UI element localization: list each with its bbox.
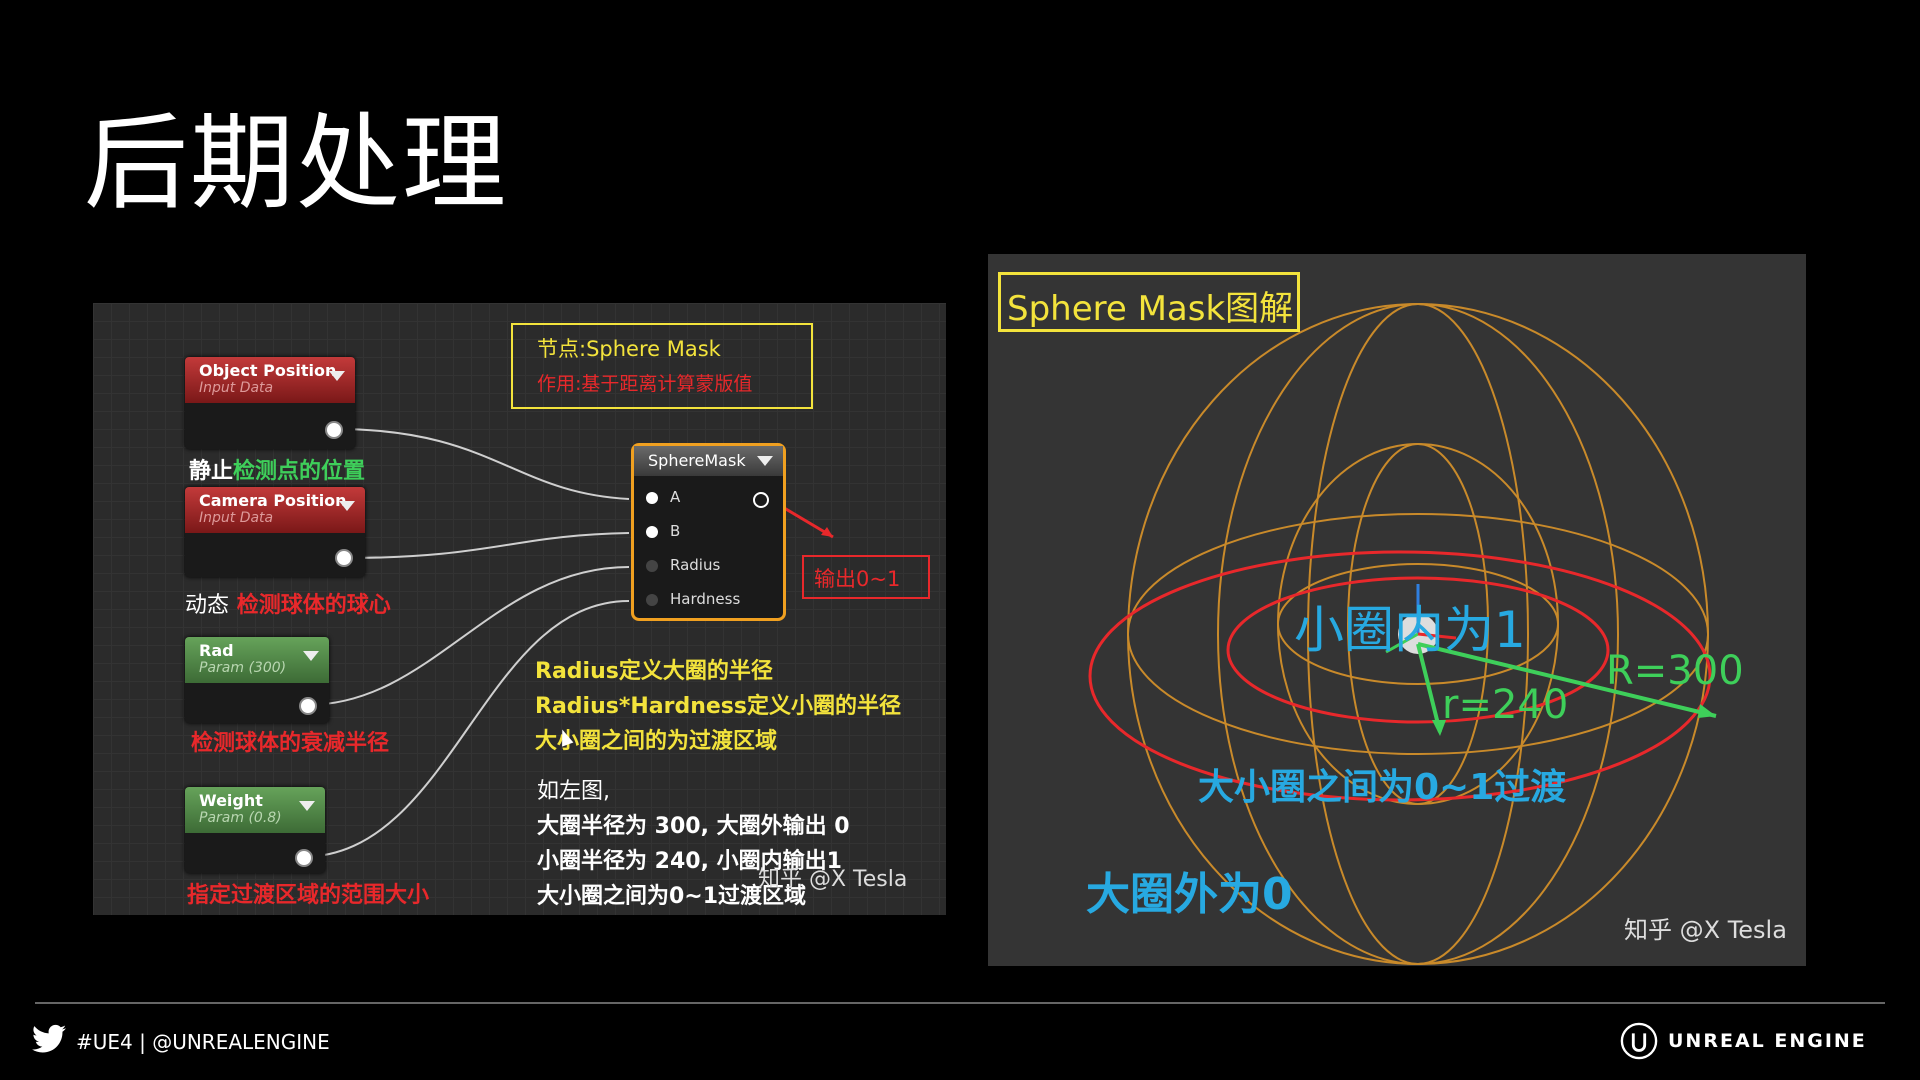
object-position-node[interactable]: Object Position Input Data [185,357,355,449]
rad-param-node[interactable]: Rad Param (300) [185,637,329,723]
node-subtitle: Param (0.8) [199,810,282,826]
output-pin[interactable] [295,849,313,867]
footer-divider [35,1002,1885,1004]
object-position-caption: 静止检测点的位置 [189,453,365,485]
input-pin-icon [646,559,658,572]
node-title: Object Position [199,361,337,380]
rad-caption: 检测球体的衰减半径 [191,731,390,756]
material-graph-panel: Object Position Input Data 静止检测点的位置 Came… [93,303,946,915]
inner-circle-label: 小圈内为1 [1294,601,1526,659]
note-radius: Radius定义大圈的半径 [535,659,773,684]
info-node-purpose: 作用:基于距离计算蒙版值 [537,373,753,395]
chevron-down-icon[interactable] [339,501,355,511]
info-node-name: 节点:Sphere Mask [537,337,721,361]
node-subtitle: Input Data [199,380,274,396]
input-pin-icon [646,593,658,606]
camera-position-caption: 动态 检测球体的球心 [185,587,391,619]
large-radius-label: R=300 [1606,648,1744,694]
outer-circle-label: 大圈外为0 [1086,869,1293,920]
output-pin[interactable] [325,421,343,439]
input-pin-icon [646,525,658,538]
slide-title: 后期处理 [84,102,509,224]
pin-b[interactable]: B [646,522,680,540]
output-pin[interactable] [335,549,353,567]
pin-radius[interactable]: Radius [646,556,720,574]
footer-brand: UNREAL ENGINE [1668,1030,1867,1052]
unreal-engine-logo-icon [1620,1022,1658,1060]
chevron-down-icon[interactable] [329,371,345,381]
twitter-icon[interactable] [32,1024,66,1054]
node-title: Camera Position [199,491,347,510]
output-pin[interactable] [753,492,769,508]
footer-hashtag: #UE4 | @UNREALENGINE [76,1030,330,1054]
chevron-down-icon[interactable] [299,801,315,811]
node-title: Weight [199,791,263,810]
weight-caption: 指定过渡区域的范围大小 [187,883,430,908]
output-pin[interactable] [299,697,317,715]
output-range-label: 输出0~1 [802,555,930,599]
chevron-down-icon[interactable] [757,456,773,466]
example-large: 大圈半径为 300, 大圈外输出 0 [537,814,850,839]
watermark: 知乎 @X Tesla [1624,916,1787,944]
node-subtitle: Input Data [199,510,274,526]
node-info-box: 节点:Sphere Mask 作用:基于距离计算蒙版值 [511,323,813,409]
caption-dynamic: 动态 [185,593,230,618]
weight-param-node[interactable]: Weight Param (0.8) [185,787,325,873]
caption-static: 静止 [189,459,234,484]
small-radius-label: r=240 [1442,682,1569,728]
spheremask-node[interactable]: SphereMask A B Radius Hardness [631,443,786,621]
watermark: 知乎 @X Tesla [758,867,908,892]
camera-position-node[interactable]: Camera Position Input Data [185,487,365,577]
pin-label: Radius [670,556,721,574]
diagram-title: Sphere Mask图解 [998,272,1300,332]
caption-desc: 检测点的位置 [233,459,366,484]
pin-label: Hardness [670,590,741,608]
sphere-mask-diagram-panel: Sphere Mask图解 小圈内为1 R=300 r=240 大小圈之间为0~… [988,254,1806,966]
pin-hardness[interactable]: Hardness [646,590,740,608]
node-title: Rad [199,641,234,660]
node-subtitle: Param (300) [199,660,287,676]
example-intro: 如左图, [537,779,610,804]
caption-desc: 检测球体的球心 [236,593,391,618]
chevron-down-icon[interactable] [303,651,319,661]
pin-label: B [670,522,681,540]
pin-label: A [670,488,681,506]
transition-label: 大小圈之间为0~1过渡 [1198,767,1567,808]
input-pin-icon [646,491,658,504]
node-title: SphereMask [648,451,746,470]
pin-a[interactable]: A [646,488,680,506]
note-hardness: Radius*Hardness定义小圈的半径 [535,694,901,719]
